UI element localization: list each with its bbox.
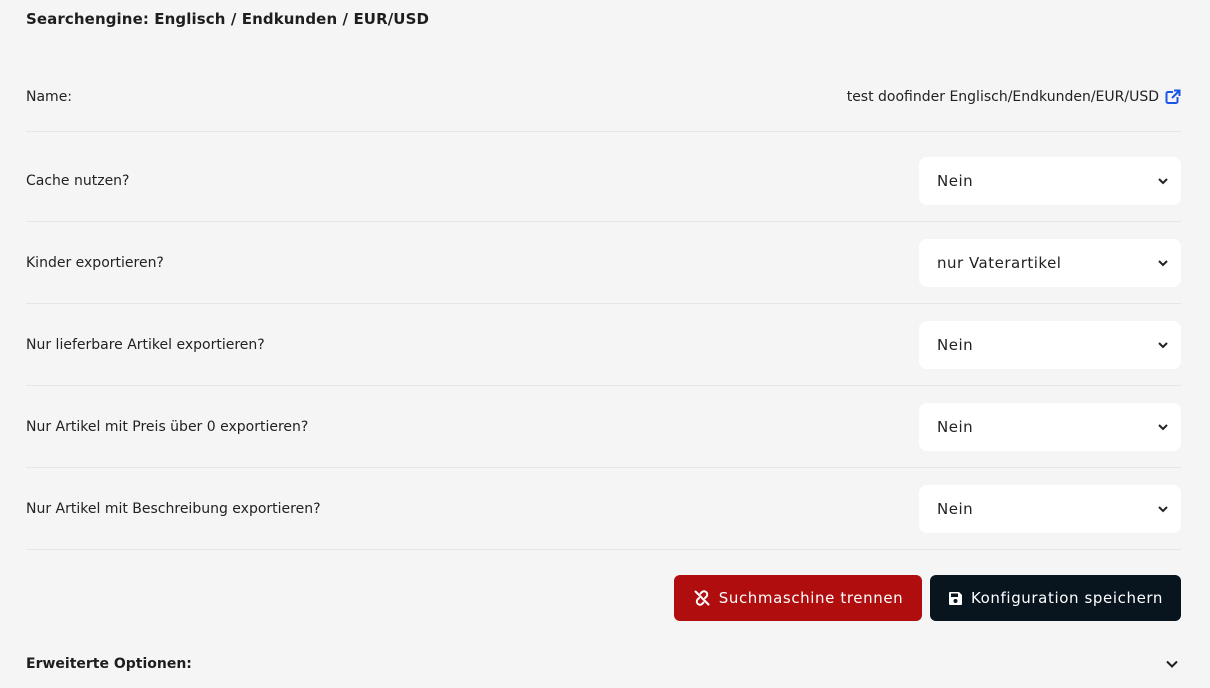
description-only-select[interactable]: Nein	[919, 484, 1181, 533]
cache-select[interactable]: Nein	[919, 156, 1181, 205]
disconnect-label: Suchmaschine trennen	[718, 589, 904, 607]
name-value: test doofinder Englisch/Endkunden/EUR/US…	[846, 88, 1159, 105]
select-value: Nein	[937, 499, 974, 518]
deliverable-only-select[interactable]: Nein	[919, 320, 1181, 369]
chevron-down-icon	[1158, 177, 1168, 184]
external-link-icon[interactable]	[1165, 88, 1181, 105]
name-label: Name:	[26, 88, 73, 105]
advanced-options-toggle[interactable]: Erweiterte Optionen:	[26, 656, 1181, 672]
setting-row-children: Kinder exportieren? nur Vaterartikel	[26, 222, 1181, 304]
floppy-disk-icon	[948, 591, 962, 605]
select-value: Nein	[937, 417, 974, 436]
select-value: nur Vaterartikel	[937, 253, 1062, 272]
setting-label: Kinder exportieren?	[26, 254, 164, 271]
disconnect-search-engine-button[interactable]: Suchmaschine trennen	[674, 575, 922, 621]
select-value: Nein	[937, 335, 974, 354]
page-title: Searchengine: Englisch / Endkunden / EUR…	[26, 10, 430, 28]
setting-row-cache: Cache nutzen? Nein	[26, 140, 1181, 222]
setting-row-description: Nur Artikel mit Beschreibung exportieren…	[26, 468, 1181, 550]
name-value-wrapper[interactable]: test doofinder Englisch/Endkunden/EUR/US…	[846, 88, 1181, 105]
save-configuration-button[interactable]: Konfiguration speichern	[930, 575, 1181, 621]
setting-row-price: Nur Artikel mit Preis über 0 exportieren…	[26, 386, 1181, 468]
chevron-down-icon	[1158, 423, 1168, 430]
select-value: Nein	[937, 171, 974, 190]
setting-label: Nur Artikel mit Beschreibung exportieren…	[26, 500, 321, 517]
setting-label: Nur Artikel mit Preis über 0 exportieren…	[26, 418, 309, 435]
unlink-icon	[694, 590, 710, 606]
name-row: Name: test doofinder Englisch/Endkunden/…	[26, 62, 1181, 132]
setting-label: Nur lieferbare Artikel exportieren?	[26, 336, 265, 353]
chevron-down-icon	[1158, 505, 1168, 512]
advanced-options-label: Erweiterte Optionen:	[26, 656, 192, 672]
save-label: Konfiguration speichern	[970, 589, 1164, 607]
chevron-down-icon	[1158, 259, 1168, 266]
price-above-zero-select[interactable]: Nein	[919, 402, 1181, 451]
setting-row-deliverable: Nur lieferbare Artikel exportieren? Nein	[26, 304, 1181, 386]
chevron-down-icon[interactable]	[1165, 657, 1179, 671]
setting-label: Cache nutzen?	[26, 172, 130, 189]
chevron-down-icon	[1158, 341, 1168, 348]
children-export-select[interactable]: nur Vaterartikel	[919, 238, 1181, 287]
